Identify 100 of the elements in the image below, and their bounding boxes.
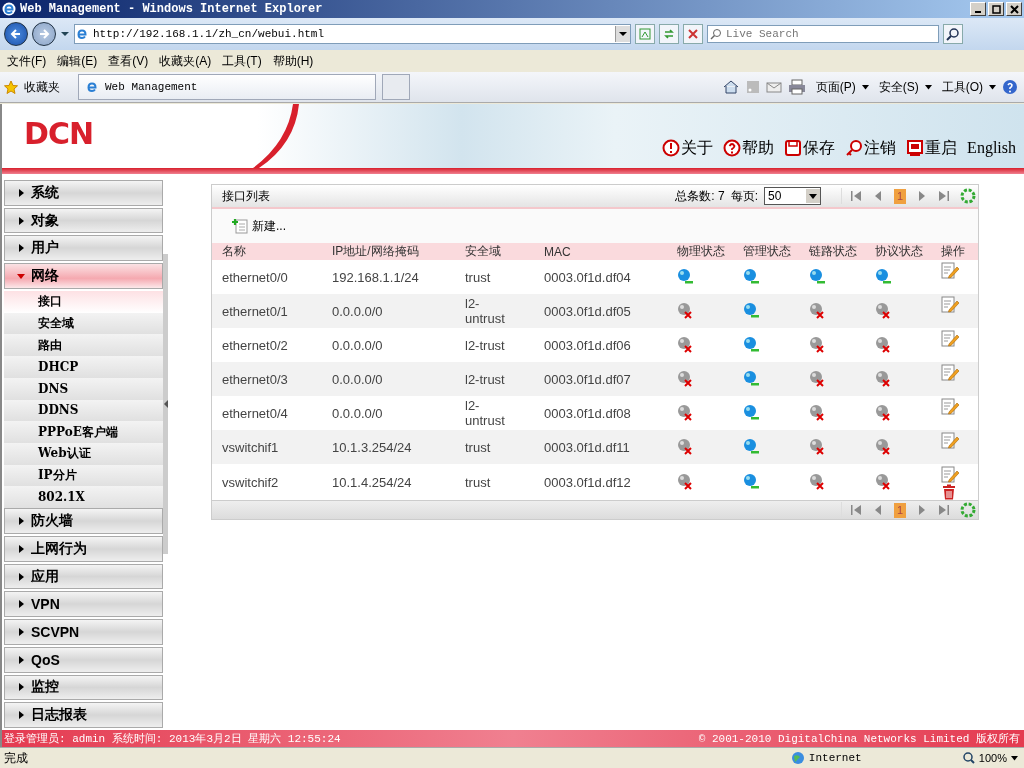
sidebar-item[interactable]: 应用	[4, 563, 164, 590]
header-link[interactable]: 帮助	[742, 137, 775, 159]
menu-item[interactable]: 文件(F)	[4, 52, 55, 70]
sidebar-item-label: 上网行为	[31, 539, 87, 558]
close-icon	[686, 27, 700, 41]
header-link[interactable]: English	[967, 139, 1016, 157]
header-link[interactable]: 重启	[925, 137, 958, 159]
edit-icon[interactable]	[941, 466, 959, 484]
sidebar-subitem[interactable]: IP分片	[4, 464, 164, 487]
first-page-icon[interactable]	[850, 190, 862, 202]
login-info: 登录管理员: admin 系统时间: 2013年3月2日 星期六 12:55:24	[4, 732, 341, 746]
sidebar-item[interactable]: VPN	[4, 591, 164, 618]
save-icon[interactable]	[784, 139, 803, 157]
edit-icon[interactable]	[941, 262, 959, 280]
dropdown-icon[interactable]	[60, 30, 70, 38]
last-page-icon[interactable]	[938, 190, 950, 202]
compatibility-button[interactable]	[635, 24, 655, 44]
zoom-icon[interactable]	[962, 752, 975, 764]
sidebar-item[interactable]: 监控	[4, 674, 164, 701]
address-field[interactable]: http://192.168.1.1/zh_cn/webui.html	[74, 24, 631, 44]
browser-logo-icon	[2, 2, 16, 16]
sidebar-item[interactable]: 上网行为	[4, 535, 164, 562]
browser-tab[interactable]: Web Management	[78, 74, 376, 100]
command-menu[interactable]: 工具(O)	[937, 78, 983, 96]
edit-icon[interactable]	[941, 330, 959, 348]
header-link[interactable]: 保存	[803, 137, 836, 159]
table-cell: 0003.0f1d.df06	[534, 328, 667, 362]
refresh-icon[interactable]	[960, 502, 976, 518]
menu-item[interactable]: 编辑(E)	[54, 52, 106, 70]
key-icon[interactable]	[845, 139, 864, 157]
sidebar-subitem[interactable]: DDNS	[4, 399, 164, 422]
maximize-button[interactable]	[988, 2, 1004, 16]
print-icon[interactable]	[787, 79, 806, 95]
dropdown-icon[interactable]	[806, 189, 820, 203]
caret-icon[interactable]	[924, 84, 932, 90]
sidebar-item[interactable]: QoS	[4, 646, 164, 673]
command-menu[interactable]: 安全(S)	[874, 78, 919, 96]
menu-item[interactable]: 收藏夹(A)	[156, 52, 220, 70]
sidebar-subitem[interactable]: 802.1X	[4, 486, 164, 509]
column-header: 管理状态	[733, 243, 799, 260]
maximize-icon	[991, 4, 1001, 14]
collapse-arrow-icon[interactable]	[163, 400, 168, 408]
sidebar-subitem[interactable]: PPPoE客户端	[4, 421, 164, 443]
caret-icon[interactable]	[989, 84, 996, 90]
sidebar-item[interactable]: 对象	[4, 207, 164, 234]
edit-icon[interactable]	[941, 432, 959, 450]
info-icon[interactable]	[662, 139, 681, 157]
star-icon[interactable]	[4, 80, 18, 94]
forward-button[interactable]	[32, 22, 56, 46]
sidebar-subitem[interactable]: 安全域	[4, 312, 164, 335]
refresh-button[interactable]	[659, 24, 679, 44]
help-icon[interactable]	[723, 139, 742, 157]
table-cell: vswitchif2	[212, 464, 322, 500]
sidebar-item[interactable]: 日志报表	[4, 702, 164, 728]
per-page-select[interactable]: 50	[764, 187, 821, 205]
dropdown-icon[interactable]	[615, 26, 630, 42]
caret-icon[interactable]	[1011, 755, 1018, 761]
sidebar-item[interactable]: 防火墙	[4, 508, 164, 534]
minimize-button[interactable]	[970, 2, 986, 16]
table-cell: trust	[455, 260, 534, 294]
help-icon[interactable]	[1002, 79, 1018, 95]
sidebar-item[interactable]: 用户	[4, 235, 164, 262]
sidebar-subitem[interactable]: DNS	[4, 377, 164, 400]
search-button[interactable]	[943, 24, 963, 44]
monitor-icon[interactable]	[906, 139, 925, 157]
new-button[interactable]: 新建...	[232, 217, 286, 235]
home-icon[interactable]	[721, 79, 740, 95]
sidebar-subitem[interactable]: Web认证	[4, 443, 164, 465]
favorites-button[interactable]: 收藏夹	[24, 78, 72, 96]
table-cell: l2-untrust	[455, 396, 534, 430]
menu-item[interactable]: 工具(T)	[219, 52, 270, 70]
sidebar-item[interactable]: 网络	[4, 263, 164, 289]
search-icon	[710, 28, 722, 40]
sidebar-item[interactable]: SCVPN	[4, 619, 164, 645]
zoom-level[interactable]: 100%	[978, 752, 1007, 764]
table-cell: ethernet0/3	[212, 362, 322, 396]
search-field[interactable]: Live Search	[707, 25, 939, 43]
edit-icon[interactable]	[941, 364, 959, 382]
caret-icon[interactable]	[861, 84, 869, 90]
sidebar-item[interactable]: 系统	[4, 180, 164, 206]
refresh-icon[interactable]	[960, 188, 976, 204]
sidebar-subitem[interactable]: DHCP	[4, 356, 164, 378]
header-link[interactable]: 注销	[864, 137, 897, 159]
menu-item[interactable]: 帮助(H)	[269, 52, 322, 70]
table-cell: 192.168.1.1/24	[322, 260, 455, 294]
stop-button[interactable]	[683, 24, 703, 44]
first-page-icon[interactable]	[850, 504, 862, 516]
back-button[interactable]	[4, 22, 28, 46]
command-menu[interactable]: 页面(P)	[811, 78, 856, 96]
sidebar-item-label: 网络	[31, 267, 59, 285]
close-button[interactable]	[1006, 2, 1022, 16]
header-link[interactable]: 关于	[681, 137, 714, 159]
menu-item[interactable]: 查看(V)	[105, 52, 157, 70]
last-page-icon[interactable]	[938, 504, 950, 516]
mail-icon[interactable]	[765, 81, 782, 93]
sidebar-subitem[interactable]: 接口	[4, 290, 164, 313]
trash-icon[interactable]	[941, 484, 957, 500]
edit-icon[interactable]	[941, 296, 959, 314]
edit-icon[interactable]	[941, 398, 959, 416]
sidebar-subitem[interactable]: 路由	[4, 334, 164, 357]
